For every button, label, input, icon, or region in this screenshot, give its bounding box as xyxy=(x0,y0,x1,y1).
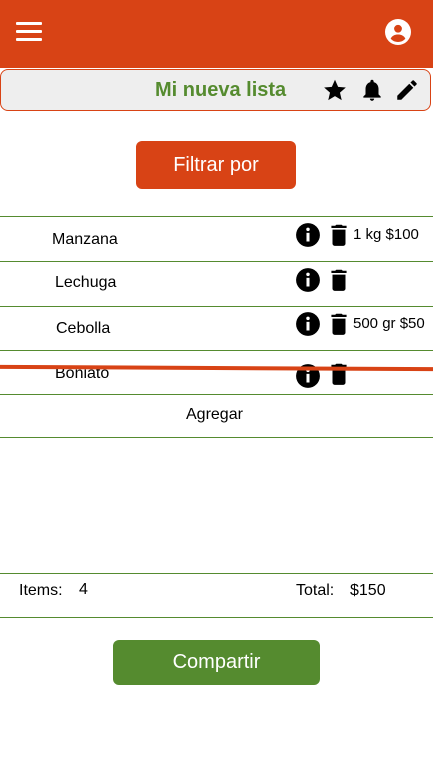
trash-icon[interactable] xyxy=(326,361,352,387)
divider xyxy=(0,437,433,438)
list-item[interactable]: Manzana 1 kg $100 xyxy=(0,217,433,261)
add-item-link[interactable]: Agregar xyxy=(186,406,243,424)
star-icon[interactable] xyxy=(322,77,348,103)
list-title-bar: Mi nueva lista xyxy=(0,69,431,111)
items-label: Items: xyxy=(19,582,63,599)
list-title: Mi nueva lista xyxy=(155,79,287,101)
item-name: Lechuga xyxy=(55,274,117,291)
item-detail: 500 gr $50 xyxy=(353,315,425,332)
share-button[interactable]: Compartir xyxy=(113,640,320,685)
info-icon[interactable] xyxy=(295,222,321,248)
trash-icon[interactable] xyxy=(326,222,352,248)
total-label: Total: xyxy=(296,582,335,599)
trash-icon[interactable] xyxy=(326,267,352,293)
info-icon[interactable] xyxy=(295,267,321,293)
app-bar xyxy=(0,0,433,68)
list-item[interactable]: Cebolla 500 gr $50 xyxy=(0,307,433,351)
list-item[interactable]: Lechuga xyxy=(0,262,433,306)
item-name: Cebolla xyxy=(56,320,111,337)
menu-icon[interactable] xyxy=(16,20,44,44)
divider xyxy=(0,617,433,618)
list-item-crossed[interactable]: Boniato xyxy=(0,351,433,395)
info-icon[interactable] xyxy=(295,311,321,337)
pencil-icon[interactable] xyxy=(394,77,420,103)
account-circle-icon[interactable] xyxy=(385,19,411,45)
bell-icon[interactable] xyxy=(359,77,385,103)
items-count: 4 xyxy=(79,581,88,598)
divider xyxy=(0,573,433,574)
item-detail: 1 kg $100 xyxy=(353,226,419,243)
item-name: Manzana xyxy=(52,231,118,248)
total-value: $150 xyxy=(350,582,386,599)
filter-button[interactable]: Filtrar por xyxy=(136,141,296,189)
trash-icon[interactable] xyxy=(326,311,352,337)
